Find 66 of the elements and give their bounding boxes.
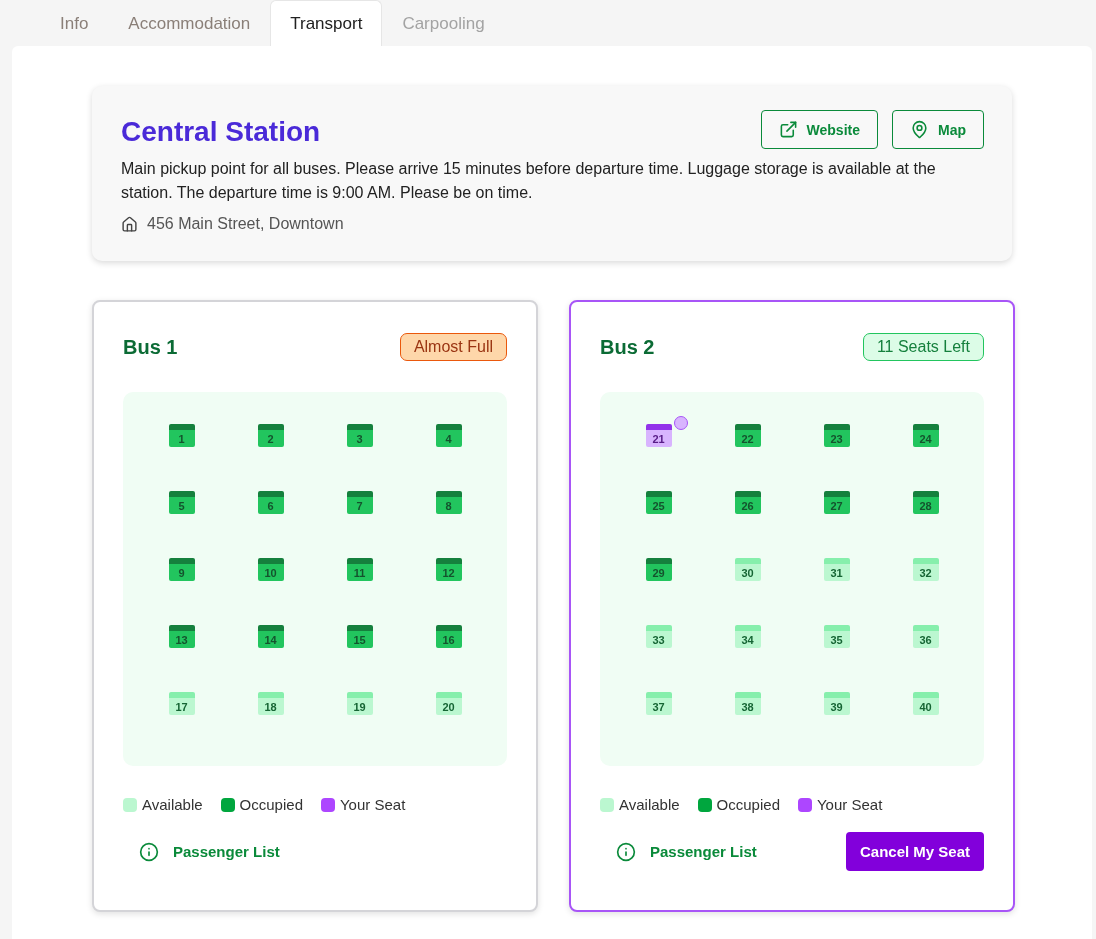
station-description: Main pickup point for all buses. Please arrive 15 minutes before departure time. Luggage storage is available at the station. The departure time is 9:00 AM. Please be on time. [121, 159, 937, 203]
seat-status-badge: 11 Seats Left [862, 333, 984, 361]
seat[interactable]: 8 [435, 491, 462, 514]
tab[interactable]: Accommodation [108, 0, 271, 46]
seat[interactable]: 12 [435, 558, 462, 581]
seat[interactable]: 17 [168, 692, 195, 715]
seat[interactable]: 30 [734, 558, 761, 581]
station-title: Central Station [121, 116, 321, 148]
seat[interactable]: 27 [823, 491, 850, 514]
seat[interactable]: 37 [645, 692, 672, 715]
seat[interactable]: 15 [346, 625, 373, 648]
seat[interactable]: 33 [645, 625, 672, 648]
seat[interactable]: 2 [257, 424, 284, 447]
website-button[interactable]: Website [760, 110, 878, 149]
seat[interactable]: 10 [257, 558, 284, 581]
seat[interactable]: 23 [823, 424, 850, 447]
seat[interactable]: 19 [346, 692, 373, 715]
info-icon [616, 841, 636, 862]
seat-status-badge: Almost Full [399, 333, 507, 361]
seat[interactable]: 28 [912, 491, 939, 514]
tab[interactable]: Transport [270, 0, 383, 46]
legend-label: Available [619, 796, 680, 813]
legend-label: Occupied [716, 796, 780, 813]
seat[interactable]: 20 [435, 692, 462, 715]
seat[interactable]: 6 [257, 491, 284, 514]
seat[interactable]: 21 [645, 424, 672, 447]
seat[interactable]: 1 [168, 424, 195, 447]
seat[interactable]: 18 [257, 692, 284, 715]
legend-label: Available [142, 796, 203, 813]
legend-label: Your Seat [340, 796, 406, 813]
seat[interactable]: 7 [346, 491, 373, 514]
station-address: 456 Main Street, Downtown [147, 215, 344, 233]
passenger-list-button[interactable]: Passenger List [123, 832, 296, 871]
seat[interactable]: 9 [168, 558, 195, 581]
bus-name: Bus 1 [123, 335, 178, 359]
seat[interactable]: 38 [734, 692, 761, 715]
seat[interactable]: 14 [257, 625, 284, 648]
seat[interactable]: 3 [346, 424, 373, 447]
seat[interactable]: 34 [734, 625, 761, 648]
seat[interactable]: 16 [435, 625, 462, 648]
seat[interactable]: 4 [435, 424, 462, 447]
map-button[interactable]: Map [892, 110, 984, 149]
cancel-seat-button[interactable]: Cancel My Seat [845, 832, 984, 871]
seat[interactable]: 40 [912, 692, 939, 715]
seat[interactable]: 31 [823, 558, 850, 581]
seat[interactable]: 36 [912, 625, 939, 648]
seat[interactable]: 25 [645, 491, 672, 514]
passenger-list-button[interactable]: Passenger List [600, 832, 773, 871]
legend-label: Your Seat [817, 796, 883, 813]
legend-label: Occupied [239, 796, 303, 813]
seat[interactable]: 13 [168, 625, 195, 648]
seat[interactable]: 11 [346, 558, 373, 581]
seat[interactable]: 39 [823, 692, 850, 715]
seat[interactable]: 5 [168, 491, 195, 514]
seat[interactable]: 24 [912, 424, 939, 447]
seat[interactable]: 35 [823, 625, 850, 648]
info-icon [139, 841, 159, 862]
external-link-icon [778, 120, 798, 139]
seat[interactable]: 29 [645, 558, 672, 581]
seat[interactable]: 26 [734, 491, 761, 514]
seat[interactable]: 22 [734, 424, 761, 447]
house-icon [121, 215, 138, 233]
tab[interactable]: Info [40, 0, 109, 46]
bus-name: Bus 2 [600, 335, 655, 359]
seat[interactable]: 32 [912, 558, 939, 581]
map-pin-icon [910, 120, 929, 139]
